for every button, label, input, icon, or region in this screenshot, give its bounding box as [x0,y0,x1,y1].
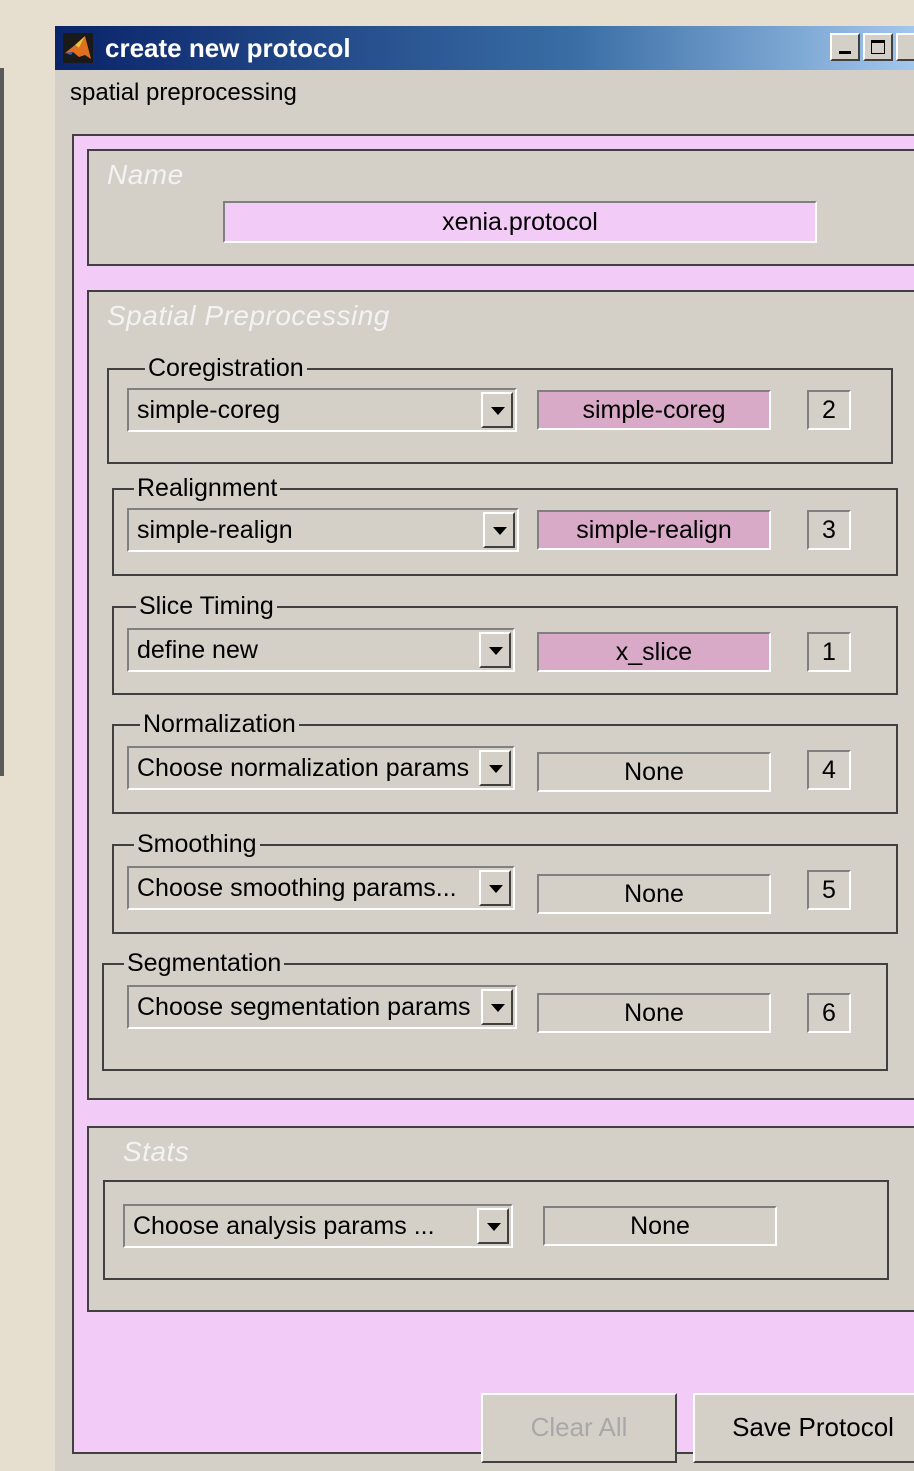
realignment-order[interactable]: 3 [807,510,851,550]
minimize-button[interactable] [830,33,860,61]
clear-all-button[interactable]: Clear All [481,1393,677,1463]
normalization-label: Normalization [140,710,299,738]
chevron-down-icon [487,1223,501,1231]
name-panel: Name [87,149,914,266]
normalization-selected: Choose normalization params . [137,754,473,782]
realignment-label: Realignment [134,474,281,502]
chevron-down-icon [493,527,507,535]
normalization-value: None [537,752,771,792]
segmentation-label: Segmentation [124,949,285,977]
coregistration-order[interactable]: 2 [807,390,851,430]
window-title: create new protocol [105,33,351,63]
smoothing-group: Smoothing Choose smoothing params... Non… [112,830,898,934]
realignment-selected: simple-realign [137,516,293,544]
analysis-value: None [543,1206,777,1246]
segmentation-group: Segmentation Choose segmentation params … [102,949,888,1071]
minimize-icon [839,51,851,54]
normalization-order[interactable]: 4 [807,750,851,790]
close-button[interactable] [896,33,914,61]
realignment-dropdown[interactable]: simple-realign [127,508,519,552]
stats-panel: Stats Choose analysis params ... None [87,1126,914,1312]
chevron-down-icon [489,765,503,773]
name-panel-title: Name [107,159,184,190]
realignment-value: simple-realign [537,510,771,550]
stats-panel-title: Stats [123,1136,190,1167]
coregistration-label: Coregistration [145,354,307,382]
slice-timing-label: Slice Timing [136,592,277,620]
chevron-down-icon [491,407,505,415]
spatial-panel-title: Spatial Preprocessing [107,300,390,331]
slice-timing-order[interactable]: 1 [807,632,851,672]
smoothing-order[interactable]: 5 [807,870,851,910]
dropdown-button[interactable] [483,512,515,548]
smoothing-dropdown[interactable]: Choose smoothing params... [127,866,515,910]
normalization-dropdown[interactable]: Choose normalization params . [127,746,515,790]
protocol-name-input[interactable] [223,201,817,243]
protocol-content-area: Name Spatial Preprocessing Coregistratio… [72,134,914,1463]
slice-timing-group: Slice Timing define new x_slice 1 [112,592,898,695]
save-protocol-button[interactable]: Save Protocol [693,1393,914,1463]
dropdown-button[interactable] [477,1208,509,1244]
coregistration-selected: simple-coreg [137,396,281,424]
spatial-preprocessing-panel: Spatial Preprocessing Coregistration sim… [87,290,914,1100]
segmentation-selected: Choose segmentation params . [137,993,475,1021]
stats-group: Choose analysis params ... None [103,1180,889,1280]
normalization-group: Normalization Choose normalization param… [112,710,898,814]
segmentation-order[interactable]: 6 [807,993,851,1033]
chevron-down-icon [489,885,503,893]
analysis-dropdown[interactable]: Choose analysis params ... [123,1204,513,1248]
slice-timing-selected: define new [137,636,258,664]
menu-spatial-preprocessing[interactable]: spatial preprocessing [70,79,297,107]
dropdown-button[interactable] [479,632,511,668]
segmentation-value: None [537,993,771,1033]
analysis-selected: Choose analysis params ... [133,1212,435,1240]
coregistration-value: simple-coreg [537,390,771,430]
dropdown-button[interactable] [479,750,511,786]
dropdown-button[interactable] [481,392,513,428]
smoothing-value: None [537,874,771,914]
maximize-icon [871,40,885,54]
dropdown-button[interactable] [481,989,513,1025]
desktop-left-edge [0,68,4,776]
maximize-button[interactable] [863,33,893,61]
dropdown-button[interactable] [479,870,511,906]
segmentation-dropdown[interactable]: Choose segmentation params . [127,985,517,1029]
title-bar[interactable]: create new protocol [55,26,914,70]
slice-timing-dropdown[interactable]: define new [127,628,515,672]
matlab-logo-icon [63,33,93,63]
protocol-window: create new protocol spatial preprocessin… [55,26,914,1471]
smoothing-selected: Choose smoothing params... [137,874,457,902]
slice-timing-value: x_slice [537,632,771,672]
realignment-group: Realignment simple-realign simple-realig… [112,474,898,576]
coregistration-group: Coregistration simple-coreg simple-coreg… [107,354,893,464]
chevron-down-icon [491,1004,505,1012]
chevron-down-icon [489,647,503,655]
coregistration-dropdown[interactable]: simple-coreg [127,388,517,432]
smoothing-label: Smoothing [134,830,260,858]
